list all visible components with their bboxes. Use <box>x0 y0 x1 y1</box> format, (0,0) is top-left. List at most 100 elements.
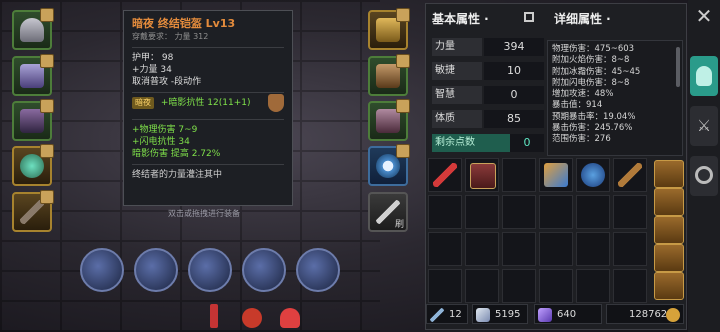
inventory-slot[interactable] <box>576 158 610 192</box>
attr-value: 85 <box>484 110 544 128</box>
gem-value: 640 <box>557 309 577 320</box>
detail-stats-list[interactable]: 物理伤害：475~603 附加火焰伤害：8~8 附加冰霜伤害：45~45 附加闪… <box>547 40 683 156</box>
item-title: 暗夜 终结铠盔 Lv13 <box>132 17 236 30</box>
equip-slot-shoulder[interactable] <box>12 54 54 96</box>
gold-coin-icon <box>666 308 680 322</box>
set-bonus-row: 暗夜 +暗影抗性 12(11+1) <box>132 94 284 115</box>
skill-slash-1[interactable] <box>80 248 124 292</box>
remaining-label: 剩余点数 <box>432 134 510 152</box>
potion-gold-icon[interactable] <box>240 302 264 330</box>
equip-slot-weapon[interactable] <box>12 190 54 232</box>
detail-stat: 附加冰霜伤害：45~45 <box>552 66 641 77</box>
equip-slot-ring[interactable] <box>368 144 410 186</box>
gem-display: 640 <box>534 304 602 324</box>
inventory-slot[interactable] <box>576 269 610 303</box>
chest-tab-3[interactable] <box>654 216 684 244</box>
equip-slot-chest[interactable] <box>12 99 54 141</box>
inventory-slot[interactable] <box>576 195 610 229</box>
inventory-slot[interactable] <box>428 158 462 192</box>
chest-tab-5[interactable] <box>654 272 684 300</box>
detail-stat: 增加攻速：48% <box>552 89 614 100</box>
inventory-slot[interactable] <box>576 232 610 266</box>
equip-slot-helmet[interactable] <box>12 8 54 50</box>
skill-slash-3[interactable] <box>188 248 232 292</box>
wheel-icon <box>695 166 713 184</box>
badge-icon <box>40 144 54 158</box>
crystal-value: 5195 <box>495 309 521 320</box>
potion-health-icon[interactable] <box>202 302 226 330</box>
attr-agility: 敏捷 10 <box>428 62 544 80</box>
treasure-bag-icon <box>470 163 496 189</box>
inventory-slot[interactable] <box>428 195 462 229</box>
divider <box>132 47 284 48</box>
remaining-value: 0 <box>510 134 544 152</box>
inventory-slot[interactable] <box>465 269 499 303</box>
equip-hint: 双击或拖拽进行装备 <box>168 209 240 218</box>
skill-slash-5[interactable] <box>296 248 340 292</box>
badge-icon <box>40 8 54 22</box>
detail-attributes-header[interactable]: 详细属性 · <box>548 4 684 30</box>
inventory-slot[interactable] <box>613 195 647 229</box>
affix: 暗影伤害 提高 2.72% <box>132 149 221 159</box>
tab-character[interactable] <box>690 56 718 96</box>
divider <box>132 164 284 165</box>
item-stat: +力量 34 <box>132 65 172 75</box>
inventory-slot[interactable] <box>539 269 573 303</box>
chest-tab-2[interactable] <box>654 188 684 216</box>
inventory-slot[interactable] <box>502 232 536 266</box>
inventory-slot[interactable] <box>428 269 462 303</box>
skill-slash-2[interactable] <box>134 248 178 292</box>
offhand-label: 刷 <box>394 220 404 230</box>
inventory-slot[interactable] <box>428 232 462 266</box>
equip-slot-gloves[interactable] <box>368 8 410 50</box>
helmet-tab-icon <box>696 66 712 86</box>
inventory-slot[interactable] <box>539 195 573 229</box>
attr-value: 0 <box>484 86 544 104</box>
level-display: 12 <box>426 304 468 324</box>
badge-icon <box>396 99 410 113</box>
detail-stat: 物理伤害：475~603 <box>552 44 635 54</box>
sword-level-icon <box>430 308 444 322</box>
shield-icon <box>268 94 284 112</box>
close-icon[interactable]: ✕ <box>692 4 716 28</box>
divider <box>132 119 284 120</box>
detail-stat: 预期暴击率：19.04% <box>552 111 636 122</box>
equip-slot-offhand[interactable]: 刷 <box>368 192 408 232</box>
scrollbar[interactable] <box>676 47 680 87</box>
inventory-slot[interactable] <box>613 232 647 266</box>
skill-slash-4[interactable] <box>242 248 286 292</box>
orb-icon <box>581 163 605 187</box>
chest-tab-1[interactable] <box>654 160 684 188</box>
attr-label: 力量 <box>432 38 482 56</box>
inventory-slot[interactable] <box>613 158 647 192</box>
inventory-slot[interactable] <box>539 232 573 266</box>
inventory-slot[interactable] <box>502 195 536 229</box>
inventory-slot[interactable] <box>539 158 573 192</box>
inventory-slot[interactable] <box>502 269 536 303</box>
equip-slot-boots[interactable] <box>368 99 410 141</box>
inventory-slot[interactable] <box>465 195 499 229</box>
attr-label: 敏捷 <box>432 62 482 80</box>
inventory-slot[interactable] <box>465 232 499 266</box>
gem-icon <box>538 308 552 322</box>
crossed-swords-icon: ⚔ <box>696 116 712 135</box>
tab-settings[interactable] <box>690 156 718 196</box>
remaining-points: 剩余点数 0 <box>428 134 544 152</box>
equip-slot-amulet[interactable] <box>12 144 54 186</box>
detail-stat: 暴击伤害：245.76% <box>552 123 633 134</box>
grid-icon[interactable] <box>524 12 534 22</box>
equip-slot-belt[interactable] <box>368 54 410 96</box>
inventory-slot[interactable] <box>613 269 647 303</box>
potion-heart-icon[interactable] <box>278 302 302 330</box>
inventory-slot[interactable] <box>465 158 499 192</box>
crystal-icon <box>476 308 490 322</box>
gold-display: 128762 <box>606 304 684 324</box>
inventory-slot[interactable] <box>502 158 536 192</box>
scepter-icon <box>618 163 642 187</box>
cards-icon <box>544 163 568 187</box>
gold-value: 128762 <box>629 309 668 320</box>
badge-icon <box>396 8 410 22</box>
item-flavor: 终结者的力量灌注其中 <box>132 170 223 180</box>
tab-skills[interactable]: ⚔ <box>690 106 718 146</box>
chest-tab-4[interactable] <box>654 244 684 272</box>
